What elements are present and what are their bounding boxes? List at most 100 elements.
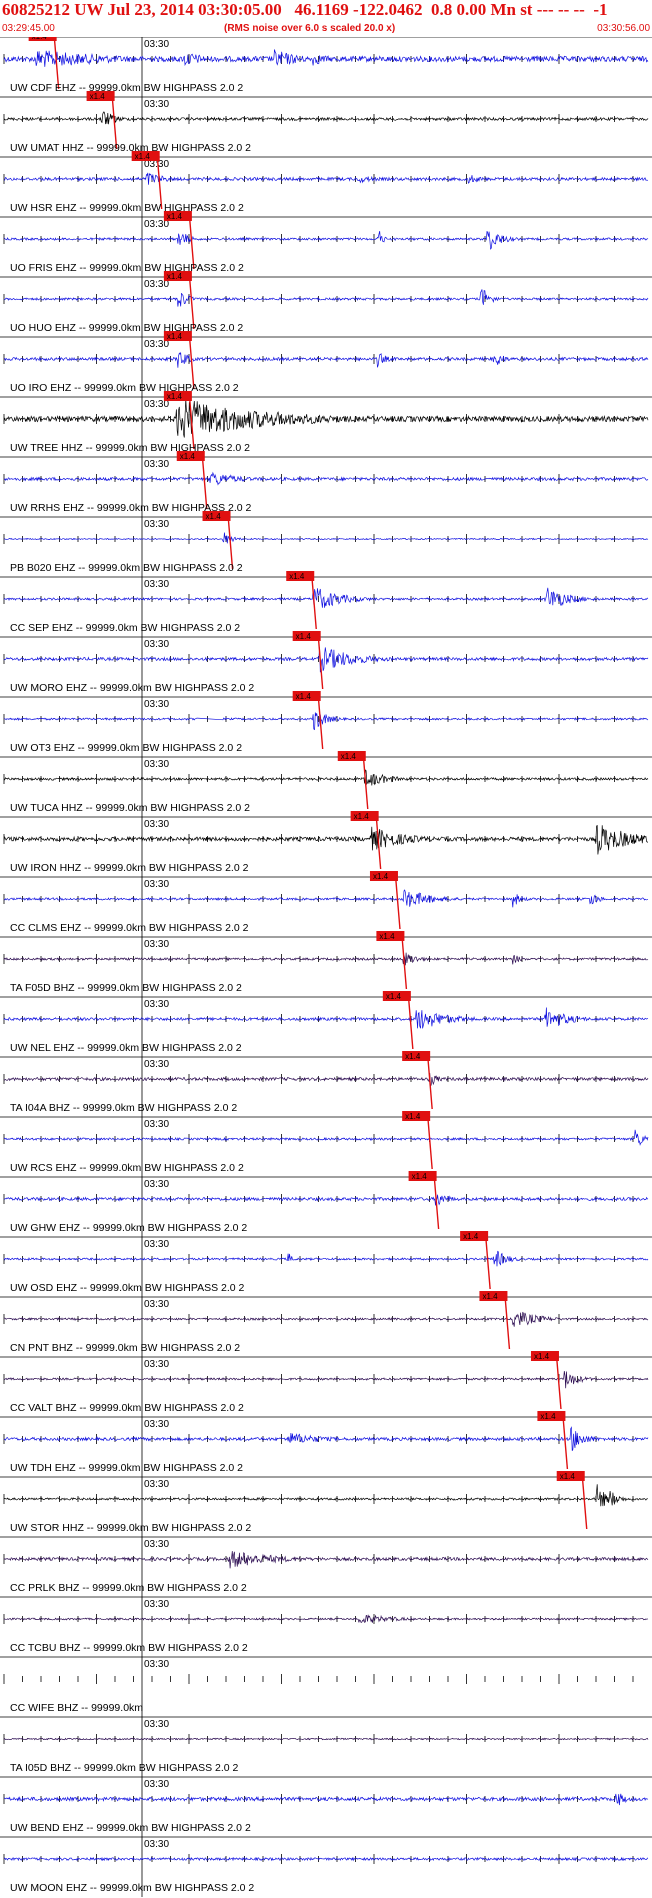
station-label: UO IRO EHZ -- 99999.0km BW HIGHPASS 2.0 … — [10, 382, 239, 394]
pick-label: x1.4 — [405, 1112, 421, 1121]
pick-label: x1.4 — [540, 1412, 556, 1421]
trace-row: 03:30x1.4UW RRHS EHZ -- 99999.0km BW HIG… — [0, 451, 652, 517]
station-label: UO HUO EHZ -- 99999.0km BW HIGHPASS 2.0 … — [10, 322, 243, 334]
waveform — [3, 952, 649, 966]
waveform — [3, 769, 649, 786]
minute-label: 03:30 — [144, 879, 169, 890]
waveform — [3, 49, 649, 67]
waveform — [3, 1484, 649, 1507]
waveform — [4, 1793, 649, 1806]
minute-label: 03:30 — [144, 1419, 169, 1430]
trace-row: 03:30 x1.4 UW TDH EHZ -- 99999.0km BW HIGH… — [0, 1411, 652, 1477]
trace-row: 03:30 TA I05D BHZ -- 99999.0km BW HIGHPAS… — [0, 1716, 652, 1777]
pick-label: x1.4 — [534, 1352, 550, 1361]
minute-label: 03:30 — [144, 579, 169, 590]
station-label: PB B020 EHZ -- 99999.0km BW HIGHPASS 2.0… — [10, 562, 243, 574]
pick-label: x1.4 — [341, 752, 357, 761]
event-title: 60825212 UW Jul 23, 2014 03:30:05.00 46.… — [2, 0, 608, 19]
pick-label: x1.4 — [135, 152, 151, 161]
pick-line — [504, 1300, 511, 1350]
station-label: CC WIFE BHZ -- 99999.0km — [10, 1702, 143, 1714]
minute-label: 03:30 — [144, 1239, 169, 1250]
station-label: CN PNT BHZ -- 99999.0km BW HIGHPASS 2.0 … — [10, 1342, 240, 1354]
station-label: CC SEP EHZ -- 99999.0km BW HIGHPASS 2.0 … — [10, 622, 240, 634]
station-label: UW UMAT HHZ -- 99999.0km BW HIGHPASS 2.0… — [10, 142, 251, 154]
trace-row: 03:30 x1.4 UW RCS EHZ -- 99999.0km BW HIGH… — [0, 1111, 652, 1177]
station-label: UW RCS EHZ -- 99999.0km BW HIGHPASS 2.0 … — [10, 1162, 244, 1174]
waveform — [3, 712, 649, 731]
pick-label: x1.4 — [354, 812, 370, 821]
minute-label: 03:30 — [144, 519, 169, 530]
minute-label: 03:30 — [144, 699, 169, 710]
station-label: UW OSD EHZ -- 99999.0km BW HIGHPASS 2.0 … — [10, 1282, 245, 1294]
pick-label: x1.4 — [167, 212, 183, 221]
trace-row: 03:30 x1.4 UW STOR HHZ -- 99999.0km BW HIG… — [0, 1471, 652, 1537]
station-label: UW GHW EHZ -- 99999.0km BW HIGHPASS 2.0 … — [10, 1222, 247, 1234]
pick-label: x1.4 — [180, 452, 196, 461]
station-label: UW TDH EHZ -- 99999.0km BW HIGHPASS 2.0 … — [10, 1462, 243, 1474]
trace-row: 03:30x1.4UW TREE HHZ -- 99999.0km BW HIG… — [0, 391, 652, 457]
waveform — [3, 889, 649, 908]
minute-label: 03:30 — [144, 1119, 169, 1130]
station-label: TA I04A BHZ -- 99999.0km BW HIGHPASS 2.0… — [10, 1102, 237, 1114]
pick-line — [317, 640, 324, 690]
pick-line — [582, 1480, 588, 1530]
pick-line — [317, 700, 324, 750]
pick-label: x1.4 — [373, 872, 389, 881]
waveform — [3, 351, 649, 368]
station-label: CC VALT BHZ -- 99999.0km BW HIGHPASS 2.0… — [10, 1402, 244, 1414]
trace-row: 03:30x1.4UW HSR EHZ -- 99999.0km BW HIGH… — [0, 151, 652, 217]
pick-label: x1.4 — [296, 632, 312, 641]
pick-line — [363, 760, 369, 810]
waveform — [3, 1426, 649, 1451]
waveform — [3, 1073, 649, 1087]
minute-label: 03:30 — [144, 1479, 169, 1490]
pick-line — [556, 1360, 562, 1410]
trace-row: 03:30 x1.4 CC CLMS EHZ -- 99999.0km BW HIG… — [0, 871, 652, 937]
pick-label: x1.4 — [296, 692, 312, 701]
pick-label: x1.4 — [463, 1232, 479, 1241]
trace-row: 03:30 x1.4 CC SEP EHZ -- 99999.0km BW HIGH… — [0, 571, 652, 637]
trace-row: 03:30 x1.4 UW GHW EHZ -- 99999.0km BW HIGH… — [0, 1171, 652, 1237]
trace-row: 03:30 x1.4 CN PNT BHZ -- 99999.0km BW HIGH… — [0, 1291, 652, 1357]
waveform — [3, 1311, 649, 1327]
start-time-label: 03:29:45.00 — [2, 23, 55, 34]
minute-label: 03:30 — [144, 1599, 169, 1610]
minute-label: 03:30 — [144, 99, 169, 110]
trace-row: 03:30 x1.4 UW CDF EHZ -- 99999.0km BW HIGH… — [0, 37, 652, 97]
station-label: UW MOON EHZ -- 99999.0km BW HIGHPASS 2.0… — [10, 1882, 254, 1894]
minute-label: 03:30 — [144, 759, 169, 770]
waveform — [3, 824, 648, 855]
trace-row: 03:30 CC PRLK BHZ -- 99999.0km BW HIGHPAS… — [0, 1536, 652, 1597]
waveform — [3, 172, 649, 185]
minute-label: 03:30 — [144, 1059, 169, 1070]
waveform — [3, 1551, 649, 1569]
waveform — [3, 1129, 649, 1146]
station-label: UO FRIS EHZ -- 99999.0km BW HIGHPASS 2.0… — [10, 262, 244, 274]
waveform — [3, 1614, 649, 1624]
trace-row: 03:30x1.4UO FRIS EHZ -- 99999.0km BW HIG… — [0, 211, 652, 277]
trace-row: 03:30 x1.4 UW UMAT HHZ -- 99999.0km BW HIG… — [0, 91, 652, 157]
station-label: UW CDF EHZ -- 99999.0km BW HIGHPASS 2.0 … — [10, 82, 243, 94]
station-label: UW STOR HHZ -- 99999.0km BW HIGHPASS 2.0… — [10, 1522, 251, 1534]
station-label: UW TREE HHZ -- 99999.0km BW HIGHPASS 2.0… — [10, 442, 250, 454]
pick-label: x1.4 — [32, 37, 48, 41]
station-label: UW HSR EHZ -- 99999.0km BW HIGHPASS 2.0 … — [10, 202, 244, 214]
trace-row: 03:30 x1.4 UW NEL EHZ -- 99999.0km BW HIGH… — [0, 991, 652, 1057]
waveform — [3, 647, 649, 673]
station-label: TA F05D BHZ -- 99999.0km BW HIGHPASS 2.0… — [10, 982, 242, 994]
minute-label: 03:30 — [144, 1779, 169, 1790]
pick-label: x1.4 — [206, 512, 222, 521]
trace-row: 03:30 x1.4 UW OSD EHZ -- 99999.0km BW HIGH… — [0, 1231, 652, 1297]
waveform — [3, 1856, 649, 1862]
station-label: UW NEL EHZ -- 99999.0km BW HIGHPASS 2.0 … — [10, 1042, 242, 1054]
minute-label: 03:30 — [144, 1659, 169, 1670]
pick-label: x1.4 — [167, 392, 183, 401]
waveform — [3, 1737, 649, 1741]
minute-label: 03:30 — [144, 1539, 169, 1550]
minute-label: 03:30 — [144, 999, 169, 1010]
minute-label: 03:30 — [144, 1179, 169, 1190]
station-label: UW IRON HHZ -- 99999.0km BW HIGHPASS 2.0… — [10, 862, 249, 874]
trace-row: 03:30 x1.4 UW OT3 EHZ -- 99999.0km BW HIGH… — [0, 691, 652, 757]
trace-row: 03:30 CC TCBU BHZ -- 99999.0km BW HIGHPAS… — [0, 1596, 652, 1657]
